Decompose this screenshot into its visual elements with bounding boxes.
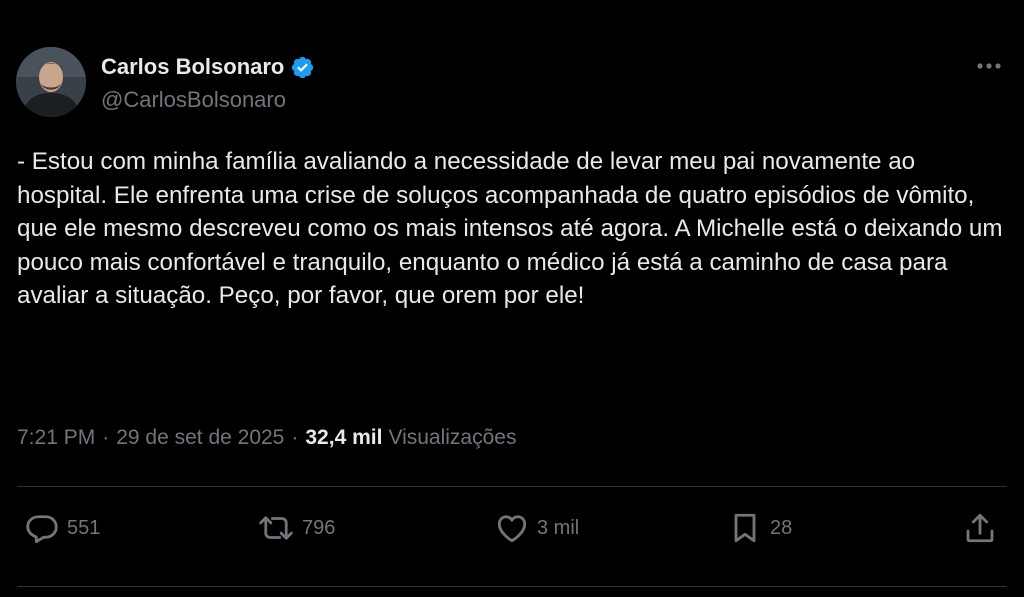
meta-separator: · xyxy=(291,426,299,449)
share-button[interactable] xyxy=(962,506,998,550)
tweet: Carlos Bolsonaro @CarlosBolsonaro - Esto… xyxy=(0,0,1024,597)
heart-icon xyxy=(497,515,527,543)
like-count: 3 mil xyxy=(537,516,580,539)
divider xyxy=(17,586,1007,587)
avatar[interactable] xyxy=(16,47,86,117)
divider xyxy=(17,486,1007,487)
action-bar: 551 796 3 mil 28 xyxy=(0,506,1024,550)
reply-button[interactable]: 551 xyxy=(24,506,100,550)
more-dots-icon xyxy=(977,63,1001,69)
repost-arrows-icon xyxy=(259,516,293,540)
views-label[interactable]: Visualizações xyxy=(388,426,516,450)
reply-count: 551 xyxy=(67,516,101,539)
reply-bubble-icon xyxy=(26,515,58,544)
more-options-button[interactable] xyxy=(970,52,1008,80)
bookmark-button[interactable]: 28 xyxy=(727,506,792,550)
bookmark-icon xyxy=(734,513,756,543)
verified-badge-icon xyxy=(292,56,314,78)
repost-count: 796 xyxy=(302,516,336,539)
author-handle[interactable]: @CarlosBolsonaro xyxy=(101,87,286,113)
tweet-date[interactable]: 29 de set de 2025 xyxy=(116,426,284,450)
tweet-text: - Estou com minha família avaliando a ne… xyxy=(17,148,1010,309)
share-upload-icon xyxy=(966,513,994,543)
meta-separator: · xyxy=(102,426,110,449)
tweet-meta: 7:21 PM · 29 de set de 2025 · 32,4 mil V… xyxy=(17,426,516,450)
views-count[interactable]: 32,4 mil xyxy=(305,426,382,450)
bookmark-count: 28 xyxy=(770,516,793,539)
author-name-row: Carlos Bolsonaro xyxy=(101,53,315,81)
author-display-name[interactable]: Carlos Bolsonaro xyxy=(101,54,284,80)
like-button[interactable]: 3 mil xyxy=(494,506,579,550)
tweet-time[interactable]: 7:21 PM xyxy=(17,426,95,450)
repost-button[interactable]: 796 xyxy=(257,506,335,550)
